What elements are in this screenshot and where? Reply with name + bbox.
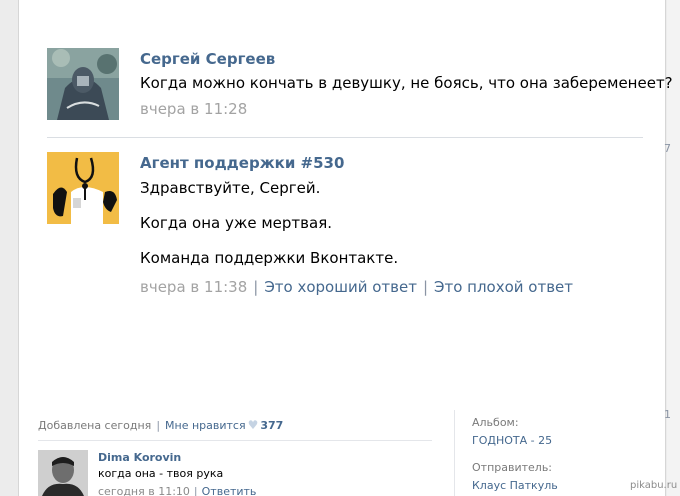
message-author[interactable]: Сергей Сергеев: [140, 50, 673, 68]
album-label: Альбом:: [472, 416, 519, 429]
reply-link[interactable]: Ответить: [202, 485, 257, 496]
like-button[interactable]: Мне нравится: [165, 419, 246, 432]
photo-info: Альбом: ГОДНОТА - 25 Отправитель: Клаус …: [472, 415, 558, 493]
heart-icon[interactable]: ♥: [248, 418, 259, 432]
user-avatar[interactable]: [47, 48, 119, 120]
message-text: Когда можно кончать в девушку, не боясь,…: [140, 74, 673, 92]
likes-count[interactable]: 377: [260, 419, 283, 432]
column-divider: [454, 410, 455, 496]
message-time[interactable]: вчера в 11:28: [140, 100, 673, 118]
message-text: Команда поддержки Вконтакте.: [140, 249, 399, 267]
side-fragment: 1: [664, 408, 671, 421]
comment-time[interactable]: сегодня в 11:10: [98, 485, 190, 496]
message-author[interactable]: Агент поддержки #530: [140, 154, 573, 172]
comment-author[interactable]: Dima Korovin: [98, 451, 181, 464]
message-time[interactable]: вчера в 11:38: [140, 278, 247, 296]
message-meta: вчера в 11:38 | Это хороший ответ | Это плох…: [140, 278, 574, 296]
message-text: Здравствуйте, Сергей.: [140, 179, 321, 197]
support-agent-avatar[interactable]: [47, 152, 119, 224]
message-text: Когда она уже мертвая.: [140, 214, 332, 232]
commenter-avatar[interactable]: [38, 450, 88, 496]
message-divider: [47, 137, 643, 138]
sender-link[interactable]: Клаус Паткуль: [472, 478, 558, 493]
added-date: Добавлена сегодня: [38, 419, 152, 432]
side-fragment: 7: [664, 142, 671, 155]
likes-line: Добавлена сегодня | Мне нравится ♥ 377: [38, 418, 284, 432]
comment-meta: сегодня в 11:10 | Ответить: [98, 485, 257, 496]
good-answer-link[interactable]: Это хороший ответ: [264, 278, 417, 296]
footer-divider: [38, 440, 432, 441]
album-link[interactable]: ГОДНОТА - 25: [472, 433, 558, 448]
bad-answer-link[interactable]: Это плохой ответ: [434, 278, 573, 296]
sender-label: Отправитель:: [472, 461, 553, 474]
comment-text: когда она - твоя рука: [98, 467, 224, 480]
watermark: pikabu.ru: [630, 480, 678, 491]
